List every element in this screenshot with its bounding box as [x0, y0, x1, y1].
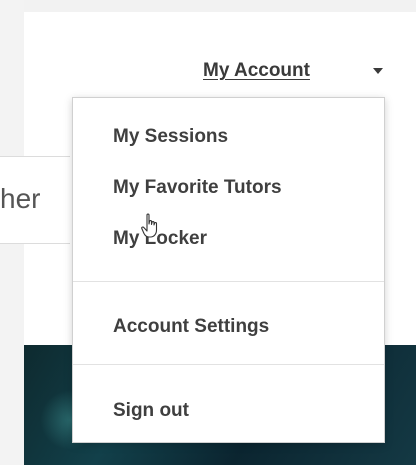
caret-down-icon[interactable] [373, 68, 383, 74]
menu-item-my-favorite-tutors[interactable]: My Favorite Tutors [113, 177, 282, 199]
window-top-edge [0, 0, 416, 12]
menu-divider [73, 281, 384, 282]
menu-divider [73, 364, 384, 365]
page-frame: My Account her My Sessions My Favorite T… [0, 0, 416, 465]
my-account-link[interactable]: My Account [203, 60, 310, 82]
search-input-text: her [0, 183, 41, 214]
account-dropdown-menu: My Sessions My Favorite Tutors My Locker… [72, 97, 385, 443]
hand-cursor-icon [141, 213, 158, 238]
menu-item-my-sessions[interactable]: My Sessions [113, 126, 228, 148]
search-input[interactable]: her [0, 156, 70, 244]
menu-item-account-settings[interactable]: Account Settings [113, 316, 269, 338]
menu-item-sign-out[interactable]: Sign out [113, 400, 189, 422]
